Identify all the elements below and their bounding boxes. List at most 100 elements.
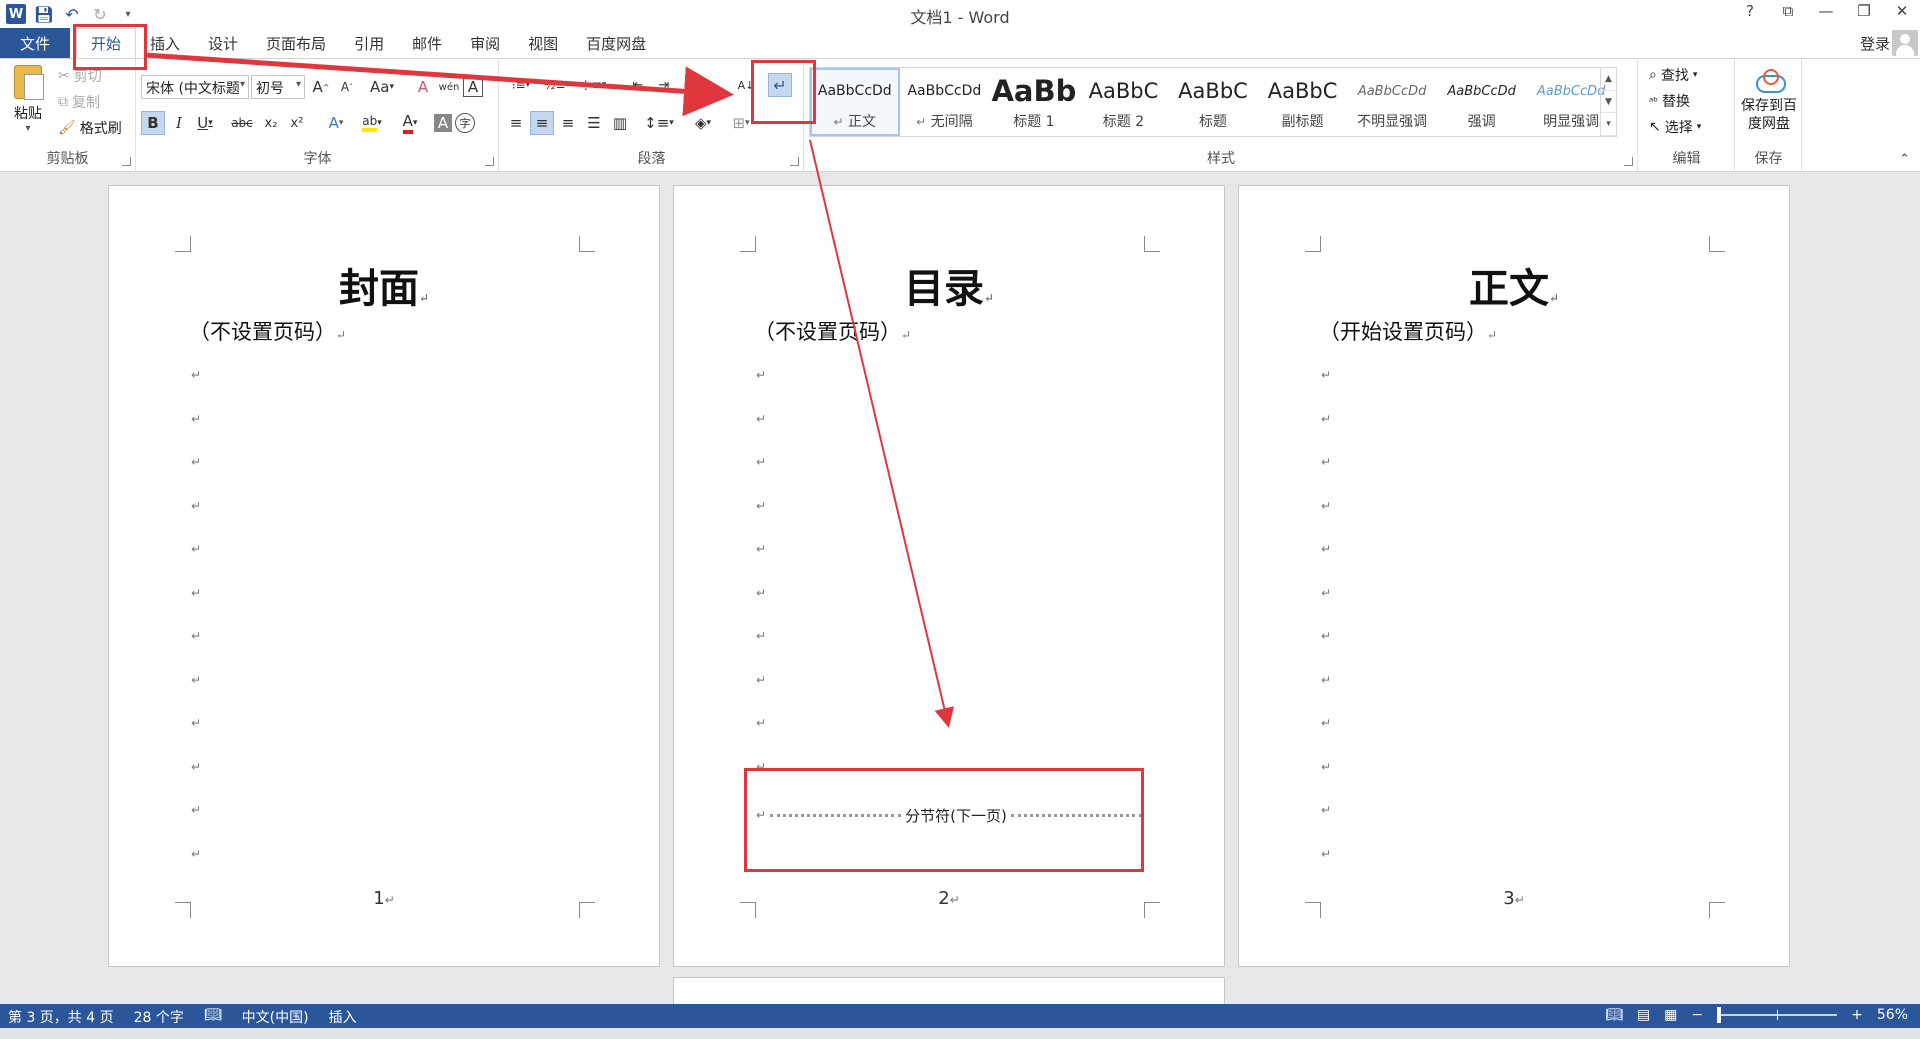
character-shading-button[interactable]: A — [434, 114, 452, 132]
baidu-cloud-icon — [1754, 67, 1786, 93]
enclose-characters-button[interactable]: 字 — [455, 113, 475, 133]
page-2[interactable]: 目录↵ （不设置页码）↵ ↵ ↵ ↵ ↵ ↵ ↵ ↵ ↵ ↵ ↵ ↵ 分节符(下一页) 2↵ — [673, 185, 1225, 967]
tab-view[interactable]: 视图 — [514, 28, 572, 58]
format-painter-button[interactable]: 🖌︎ 格式刷 — [58, 117, 122, 139]
character-border-button[interactable]: A — [463, 77, 483, 97]
document-area[interactable]: 封面↵ （不设置页码）↵ ↵ ↵ ↵ ↵ ↵ ↵ ↵ ↵ ↵ ↵ ↵ ↵ 1↵ 目录↵ （不设置页码）… — [0, 172, 1920, 1004]
character-border-icon: A — [467, 78, 479, 96]
font-name-combo[interactable]: 宋体 (中文标题 ▾ — [141, 75, 249, 99]
font-launcher-icon[interactable] — [485, 157, 494, 166]
phonetic-guide-button[interactable]: wén — [437, 75, 461, 99]
style-no-spacing[interactable]: AaBbCcDd ↵ 无间隔 — [900, 68, 990, 136]
tab-review[interactable]: 审阅 — [456, 28, 514, 58]
tab-insert[interactable]: 插入 — [136, 28, 194, 58]
language-indicator[interactable]: 中文(中国) — [242, 1007, 309, 1027]
paste-dropdown-icon[interactable]: ▾ — [6, 123, 50, 134]
style-emphasis[interactable]: AaBbCcDd 强调 — [1437, 68, 1527, 136]
style-subtle-emphasis[interactable]: AaBbCcDd 不明显强调 — [1347, 68, 1437, 136]
web-layout-icon[interactable]: ▦ — [1664, 1007, 1677, 1023]
gallery-more-icon[interactable]: ▾ — [1601, 113, 1616, 137]
copy-button[interactable]: ⧉ 复制 — [58, 91, 100, 113]
word-count[interactable]: 28 个字 — [134, 1007, 184, 1027]
tab-design[interactable]: 设计 — [194, 28, 252, 58]
avatar-icon[interactable] — [1892, 30, 1918, 56]
justify-button[interactable]: ☰ — [582, 111, 606, 135]
print-layout-icon[interactable]: ▤ — [1637, 1007, 1650, 1023]
clear-formatting-button[interactable]: A — [411, 75, 435, 99]
minimize-button[interactable]: — — [1816, 2, 1836, 20]
paragraph-launcher-icon[interactable] — [790, 157, 799, 166]
cut-button[interactable]: ✂ 剪切 — [58, 65, 102, 87]
zoom-slider[interactable] — [1717, 1007, 1838, 1023]
superscript-button[interactable]: x² — [285, 111, 309, 135]
increase-indent-button[interactable]: ⇥ — [652, 73, 676, 97]
help-button[interactable]: ? — [1740, 2, 1760, 20]
style-name: 标题 2 — [1102, 114, 1145, 130]
style-normal[interactable]: AaBbCcDd ↵ 正文 — [810, 68, 900, 136]
select-button[interactable]: ↖ 选择 ▾ — [1649, 117, 1701, 137]
read-mode-icon[interactable]: 📖︎ — [1605, 1007, 1623, 1023]
borders-button[interactable]: ⊞ ▾ — [724, 111, 758, 135]
save-to-baidu-button[interactable]: 保存到百度网盘 — [1736, 67, 1802, 133]
section-break[interactable]: ↵ 分节符(下一页) — [756, 804, 1146, 826]
style-heading-2[interactable]: AaBbC 标题 2 — [1079, 68, 1169, 136]
chinese-layout-button[interactable]: ⇄ ▾ — [686, 73, 720, 97]
shading-button[interactable]: ◈ ▾ — [686, 111, 720, 135]
tab-mailings[interactable]: 邮件 — [398, 28, 456, 58]
clipboard-launcher-icon[interactable] — [122, 157, 131, 166]
zoom-level[interactable]: 56% — [1877, 1007, 1908, 1023]
restore-button[interactable]: ❐ — [1854, 2, 1874, 20]
italic-button[interactable]: I — [167, 111, 191, 135]
text-effects-button[interactable]: A ▾ — [319, 111, 353, 135]
tab-baidu-netdisk[interactable]: 百度网盘 — [572, 28, 660, 58]
collapse-ribbon-icon[interactable]: ⌃ — [1899, 152, 1910, 167]
style-subtitle[interactable]: AaBbC 副标题 — [1258, 68, 1348, 136]
gallery-down-icon[interactable]: ▼ — [1601, 91, 1616, 114]
zoom-in-button[interactable]: + — [1851, 1007, 1863, 1023]
page-4[interactable] — [673, 977, 1225, 1004]
multilevel-list-button[interactable]: ⋮≡ ▾ — [576, 73, 610, 97]
paste-button[interactable]: 粘贴 ▾ — [6, 65, 50, 145]
insert-mode[interactable]: 插入 — [329, 1007, 357, 1027]
ribbon-display-options-button[interactable]: ⧉ — [1778, 2, 1798, 20]
line-spacing-button[interactable]: ↕≡ ▾ — [642, 111, 676, 135]
page-count[interactable]: 第 3 页，共 4 页 — [8, 1007, 114, 1027]
align-right-button[interactable]: ≡ — [556, 111, 580, 135]
font-group-label: 字体 — [303, 151, 332, 167]
numbering-button[interactable]: ½≡ ▾ — [540, 73, 574, 97]
grow-font-button[interactable]: A ^ — [309, 75, 333, 99]
style-title[interactable]: AaBbC 标题 — [1168, 68, 1258, 136]
close-button[interactable]: ✕ — [1892, 2, 1912, 20]
replace-button[interactable]: ᵃᵇ 替换 — [1649, 91, 1690, 111]
distributed-button[interactable]: ▥ — [608, 111, 632, 135]
tab-home[interactable]: 开始 — [76, 28, 137, 58]
sort-button[interactable]: A↓ — [734, 73, 758, 97]
show-hide-marks-button[interactable]: ↵ — [768, 73, 792, 97]
underline-button[interactable]: U ▾ — [193, 111, 217, 135]
sign-in-link[interactable]: 登录 — [1860, 33, 1890, 54]
tab-references[interactable]: 引用 — [340, 28, 398, 58]
font-size-combo[interactable]: 初号 ▾ — [251, 75, 305, 99]
proofing-icon[interactable]: 📖︎ — [204, 1007, 222, 1027]
align-center-button[interactable]: ≡ — [530, 111, 554, 135]
highlight-button[interactable]: ab ▾ — [355, 111, 389, 135]
change-case-button[interactable]: Aa ▾ — [365, 75, 399, 99]
styles-launcher-icon[interactable] — [1624, 157, 1633, 166]
zoom-slider-thumb[interactable] — [1717, 1007, 1722, 1023]
shrink-font-button[interactable]: Aˇ — [335, 75, 359, 99]
decrease-indent-button[interactable]: ⇤ — [626, 73, 650, 97]
style-heading-1[interactable]: AaBb 标题 1 — [989, 68, 1079, 136]
find-button[interactable]: ⌕ 查找 ▾ — [1649, 65, 1697, 85]
bold-button[interactable]: B — [141, 111, 165, 135]
tab-page-layout[interactable]: 页面布局 — [252, 28, 340, 58]
page-1[interactable]: 封面↵ （不设置页码）↵ ↵ ↵ ↵ ↵ ↵ ↵ ↵ ↵ ↵ ↵ ↵ ↵ 1↵ — [108, 185, 660, 967]
subscript-button[interactable]: x₂ — [259, 111, 283, 135]
gallery-up-icon[interactable]: ▲ — [1601, 68, 1616, 91]
align-left-button[interactable]: ≡ — [504, 111, 528, 135]
tab-file[interactable]: 文件 — [0, 28, 70, 58]
zoom-out-button[interactable]: − — [1691, 1007, 1703, 1023]
font-color-button[interactable]: A ▾ — [393, 111, 427, 135]
strikethrough-button[interactable]: abc — [227, 111, 257, 135]
bullets-button[interactable]: ⁝≡ ▾ — [504, 73, 538, 97]
page-3[interactable]: 正文↵ （开始设置页码）↵ ↵ ↵ ↵ ↵ ↵ ↵ ↵ ↵ ↵ ↵ ↵ ↵ 3↵ — [1238, 185, 1790, 967]
